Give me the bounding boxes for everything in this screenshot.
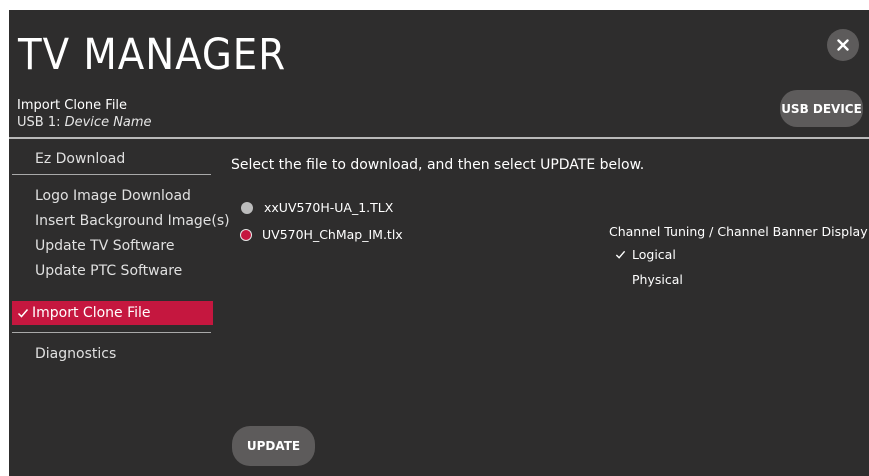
file-name: UV570H_ChMap_IM.tlx (262, 227, 403, 242)
sidebar-item-insert-background[interactable]: Insert Background Image(s) (35, 213, 230, 229)
close-button[interactable] (827, 29, 859, 61)
file-name: xxUV570H-UA_1.TLX (264, 200, 394, 215)
file-option[interactable]: UV570H_ChMap_IM.tlx (241, 227, 403, 242)
sidebar-item-logo-image-download[interactable]: Logo Image Download (35, 188, 191, 204)
page-title: TV MANAGER (18, 30, 287, 80)
tv-manager-screen: TV MANAGER Import Clone File USB 1: Devi… (9, 10, 869, 476)
channel-option-logical[interactable]: Logical (615, 247, 676, 262)
header-divider (9, 137, 869, 139)
radio-unselected-icon[interactable] (241, 201, 253, 214)
sidebar-item-ez-download[interactable]: Ez Download (35, 151, 125, 167)
instruction-text: Select the file to download, and then se… (231, 157, 645, 173)
file-option[interactable]: xxUV570H-UA_1.TLX (241, 200, 393, 215)
sidebar-divider (12, 332, 211, 333)
sidebar-item-import-clone-file[interactable]: Import Clone File (12, 301, 213, 325)
sidebar-item-label: Import Clone File (32, 305, 151, 321)
section-subtitle: Import Clone File (17, 98, 128, 113)
channel-option-label: Logical (632, 247, 676, 262)
channel-option-physical[interactable]: Physical (632, 272, 683, 287)
channel-option-label: Physical (632, 272, 683, 287)
device-info: USB 1: Device Name (17, 115, 152, 130)
device-name: Device Name (64, 115, 152, 130)
sidebar-item-update-tv-software[interactable]: Update TV Software (35, 238, 174, 254)
checkmark-icon (615, 250, 626, 259)
radio-selected-icon[interactable] (241, 229, 251, 240)
update-button[interactable]: UPDATE (232, 426, 315, 466)
channel-tuning-title: Channel Tuning / Channel Banner Display (609, 224, 868, 239)
device-prefix: USB 1: (17, 115, 61, 130)
sidebar-divider (12, 174, 211, 175)
checkmark-icon (17, 309, 29, 318)
sidebar-item-diagnostics[interactable]: Diagnostics (35, 346, 116, 362)
usb-device-button[interactable]: USB DEVICE (780, 90, 863, 127)
sidebar-item-update-ptc-software[interactable]: Update PTC Software (35, 263, 182, 279)
close-icon (837, 39, 849, 51)
